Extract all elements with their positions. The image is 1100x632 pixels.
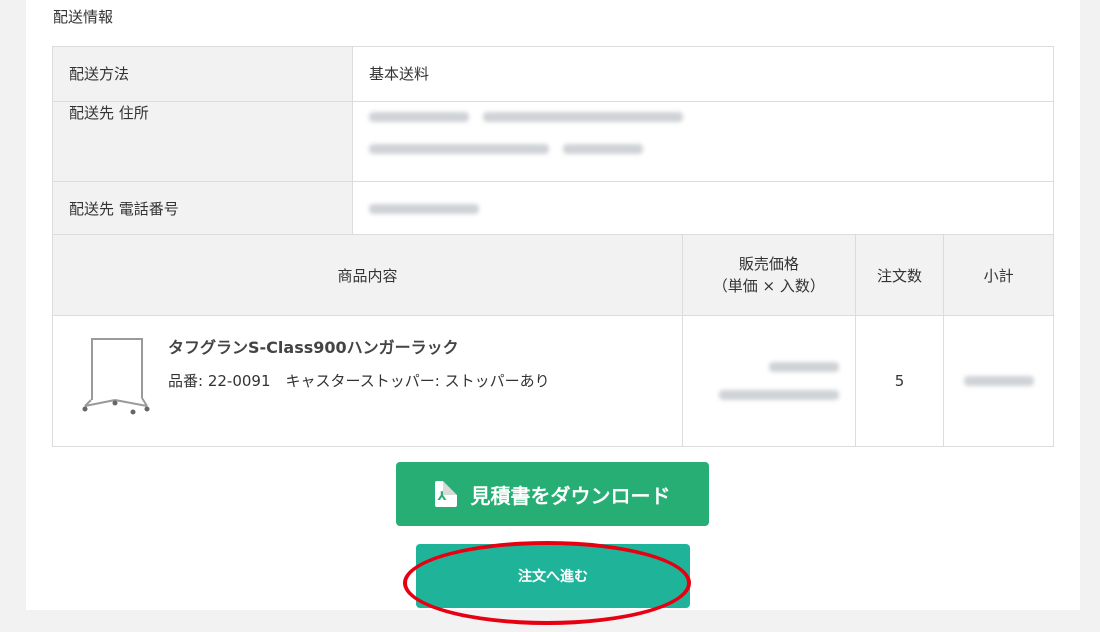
order-items-table: 商品内容 販売価格 （単価 × 入数） 注文数 小計 タフグランS-Class9 xyxy=(52,234,1054,447)
shipping-phone-value xyxy=(352,181,1054,237)
shipping-address-row: 配送先 住所 xyxy=(52,101,1054,182)
download-estimate-label: 見積書をダウンロード xyxy=(470,483,671,508)
quantity-cell: 5 xyxy=(854,315,945,447)
shipping-phone-row: 配送先 電話番号 xyxy=(52,181,1054,237)
price-cell xyxy=(681,315,856,447)
product-meta: 品番: 22-0091 キャスターストッパー: ストッパーあり xyxy=(168,372,550,390)
proceed-to-order-button[interactable]: 注文へ進む xyxy=(416,544,690,608)
header-content: 商品内容 xyxy=(52,234,683,316)
shipping-info-table: 配送方法 基本送料 配送先 住所 配送先 電話番号 xyxy=(52,46,1054,237)
redacted-unit-price xyxy=(683,358,839,376)
redacted-price-breakdown xyxy=(683,386,839,404)
shipping-method-row: 配送方法 基本送料 xyxy=(52,46,1054,102)
header-price-line2: （単価 × 入数） xyxy=(712,277,825,295)
hanger-rack-image[interactable] xyxy=(75,332,155,416)
download-estimate-button[interactable]: ⅄ 見積書をダウンロード xyxy=(396,462,709,526)
subtotal-cell xyxy=(943,315,1054,447)
pdf-file-icon: ⅄ xyxy=(434,481,457,507)
shipping-phone-label: 配送先 電話番号 xyxy=(52,181,353,237)
product-cell: タフグランS-Class900ハンガーラック 品番: 22-0091 キャスター… xyxy=(52,315,683,447)
header-qty: 注文数 xyxy=(854,234,945,316)
shipping-address-value xyxy=(352,101,1054,182)
shipping-method-label: 配送方法 xyxy=(52,46,353,102)
shipping-address-label: 配送先 住所 xyxy=(52,101,353,182)
product-name[interactable]: タフグランS-Class900ハンガーラック xyxy=(168,334,459,358)
proceed-to-order-label: 注文へ進む xyxy=(518,569,588,585)
items-header-row: 商品内容 販売価格 （単価 × 入数） 注文数 小計 xyxy=(52,234,1054,316)
section-title: 配送情報 xyxy=(53,8,114,26)
header-subtotal: 小計 xyxy=(943,234,1054,316)
redacted-address-line-2 xyxy=(369,140,1037,158)
shipping-method-value: 基本送料 xyxy=(352,46,1054,102)
table-row: タフグランS-Class900ハンガーラック 品番: 22-0091 キャスター… xyxy=(52,315,1054,447)
header-price-line1: 販売価格 xyxy=(738,255,799,273)
header-price: 販売価格 （単価 × 入数） xyxy=(681,234,856,316)
redacted-address-line-1 xyxy=(369,108,1037,126)
